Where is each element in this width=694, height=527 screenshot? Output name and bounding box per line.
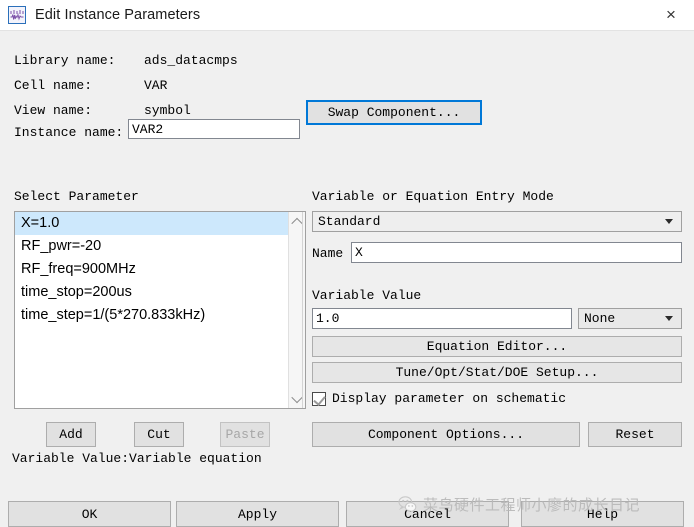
display-parameter-checkbox-row[interactable]: Display parameter on schematic [312,391,566,406]
parameter-listbox[interactable]: X=1.0 RF_pwr=-20 RF_freq=900MHz time_sto… [14,211,306,409]
cut-button[interactable]: Cut [134,422,184,447]
view-name-label: View name: [14,102,93,118]
add-button[interactable]: Add [46,422,96,447]
dialog-body: Library name: ads_datacmps Cell name: VA… [0,31,694,527]
unit-value: None [584,311,616,326]
entry-mode-heading: Variable or Equation Entry Mode [312,189,554,204]
help-button[interactable]: Help [521,501,684,527]
instance-name-row: Instance name: [14,123,144,141]
display-parameter-label: Display parameter on schematic [332,391,567,406]
tune-setup-button[interactable]: Tune/Opt/Stat/DOE Setup... [312,362,682,383]
ok-button[interactable]: OK [8,501,171,527]
panel-divider [302,212,303,408]
list-item[interactable]: time_stop=200us [15,281,288,304]
name-label: Name [312,246,344,261]
instance-name-input[interactable]: VAR2 [128,119,300,139]
title-bar: Edit Instance Parameters × [0,0,694,30]
cell-name-row: Cell name: VAR [14,76,167,94]
library-name-label: Library name: [14,52,116,68]
apply-button[interactable]: Apply [176,501,339,527]
cell-name-label: Cell name: [14,77,93,93]
library-name-row: Library name: ads_datacmps [14,51,238,69]
close-icon[interactable]: × [648,0,694,30]
variable-value-input[interactable]: 1.0 [312,308,572,329]
parameter-list: X=1.0 RF_pwr=-20 RF_freq=900MHz time_sto… [15,212,288,408]
window-title: Edit Instance Parameters [35,7,201,23]
check-icon [313,392,326,406]
entry-mode-value: Standard [318,214,381,229]
list-item[interactable]: RF_freq=900MHz [15,258,288,281]
waveform-icon [8,6,26,24]
swap-component-button[interactable]: Swap Component... [306,100,482,125]
instance-name-label: Instance name: [14,124,124,140]
unit-select[interactable]: None [578,308,682,329]
name-input[interactable]: X [351,242,682,263]
view-name-value: symbol [144,102,191,118]
select-parameter-heading: Select Parameter [14,189,139,204]
display-parameter-checkbox[interactable] [312,391,326,406]
component-options-button[interactable]: Component Options... [312,422,580,447]
reset-button[interactable]: Reset [588,422,682,447]
view-name-row: View name: symbol [14,101,191,119]
library-name-value: ads_datacmps [144,52,238,68]
variable-value-caption: Variable Value:Variable equation [12,451,262,466]
cell-name-value: VAR [144,77,168,93]
entry-mode-select[interactable]: Standard [312,211,682,232]
equation-editor-button[interactable]: Equation Editor... [312,336,682,357]
paste-button: Paste [220,422,270,447]
list-item[interactable]: RF_pwr=-20 [15,235,288,258]
variable-value-label: Variable Value [312,288,422,303]
list-item[interactable]: time_step=1/(5*270.833kHz) [15,304,288,327]
chevron-down-icon [665,219,673,224]
cancel-button[interactable]: Cancel [346,501,509,527]
chevron-down-icon [665,316,673,321]
list-item[interactable]: X=1.0 [15,212,288,235]
